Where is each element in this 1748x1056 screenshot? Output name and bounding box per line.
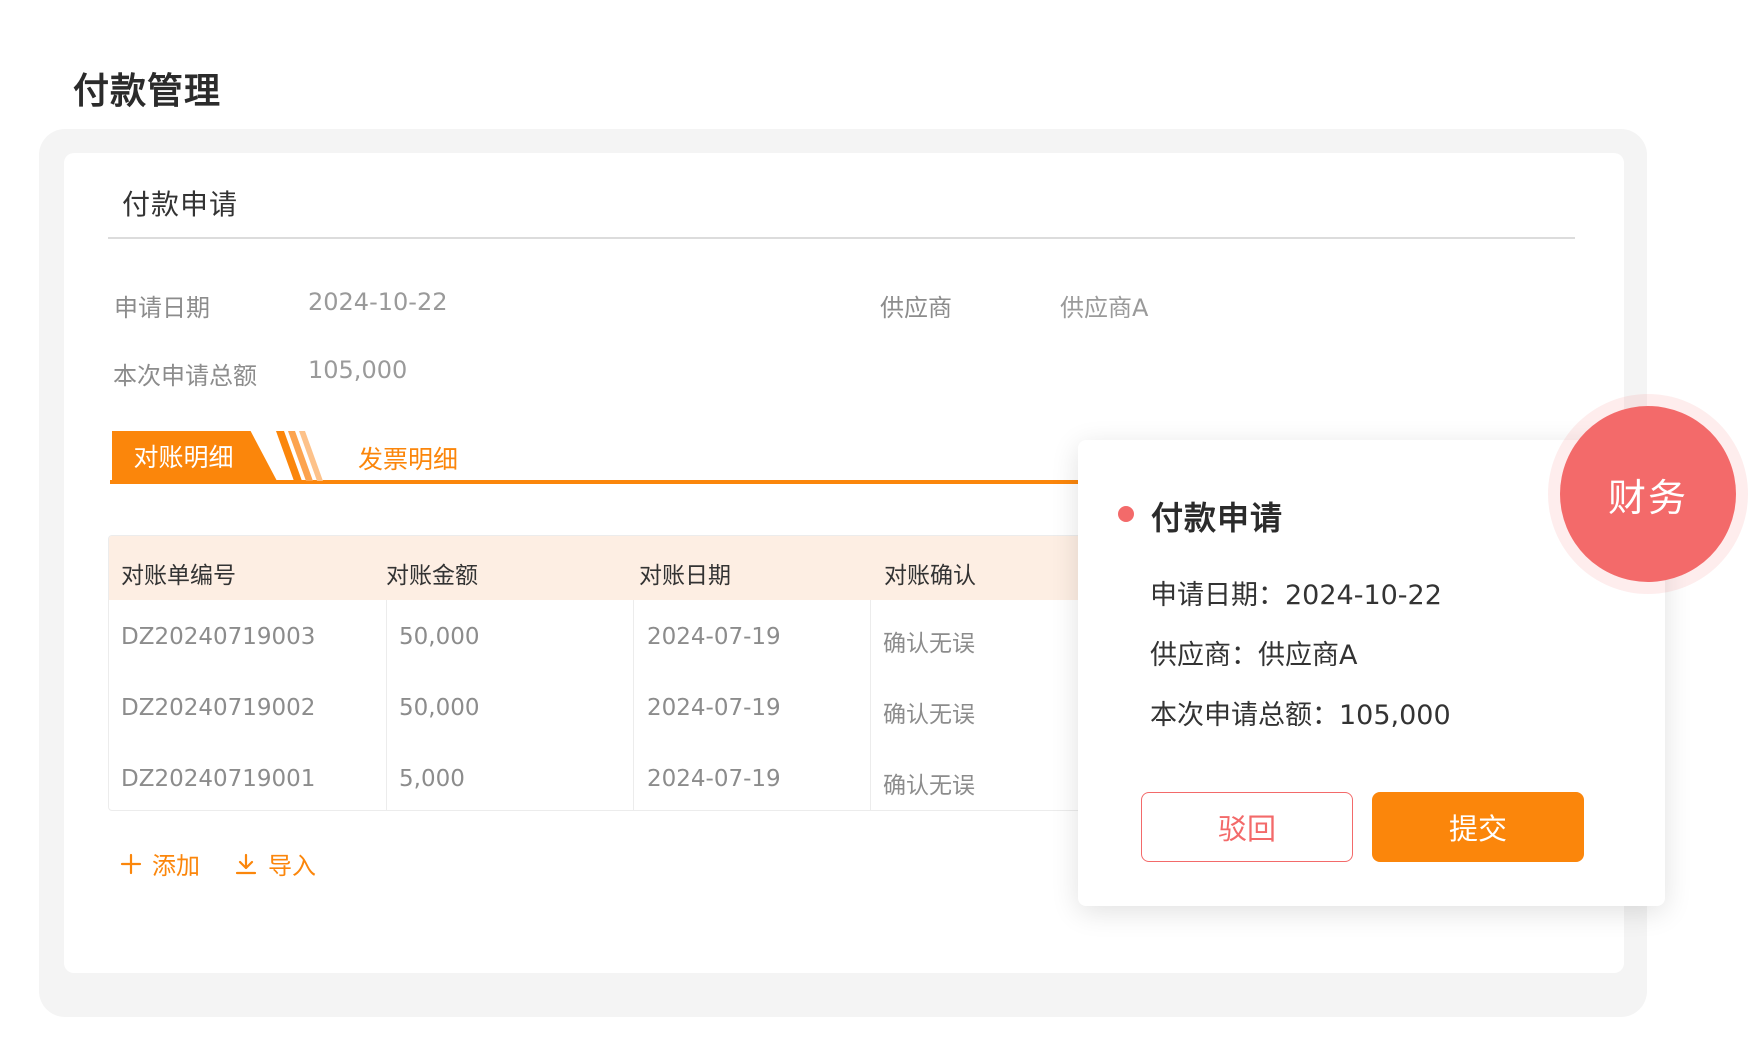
column-header: 对账确认 [884,563,976,589]
card-divider [108,237,1575,239]
reject-button[interactable]: 驳回 [1141,792,1353,862]
cell-amount: 5,000 [399,766,465,792]
status-dot [1118,506,1134,522]
cell-date: 2024-07-19 [647,766,781,792]
card-title: 付款申请 [122,188,239,221]
add-button[interactable]: 添加 [120,846,200,881]
column-divider [386,600,387,810]
supplier-label: 供应商 [880,294,952,322]
cell-amount: 50,000 [399,695,480,721]
cell-statement-no: DZ20240719001 [121,766,316,792]
cell-confirmation: 确认无误 [883,773,975,799]
popup-title: 付款申请 [1151,499,1284,537]
role-badge: 财务 [1560,406,1736,582]
apply-date-label: 申请日期 [114,294,210,322]
popup-total-amount: 本次申请总额：105,000 [1150,700,1451,731]
cell-confirmation: 确认无误 [883,631,975,657]
column-header: 对账金额 [386,563,478,589]
apply-date-value: 2024-10-22 [308,288,448,316]
cell-date: 2024-07-19 [647,624,781,650]
cell-amount: 50,000 [399,624,480,650]
column-header: 对账单编号 [121,563,236,589]
cell-statement-no: DZ20240719003 [121,624,316,650]
tab-stripes-decoration [276,431,323,481]
cell-statement-no: DZ20240719002 [121,695,316,721]
reconciliation-table: 对账单编号 对账金额 对账日期 对账确认 DZ20240719003 50,00… [108,535,1113,811]
tab-invoice-details[interactable]: 发票明细 [358,440,458,476]
tab-reconciliation-details[interactable]: 对账明细 [112,431,277,481]
add-label: 添加 [152,852,200,880]
popup-apply-date: 申请日期：2024-10-22 [1150,580,1442,611]
cell-date: 2024-07-19 [647,695,781,721]
popup-supplier: 供应商：供应商A [1150,640,1358,671]
page-title: 付款管理 [73,71,222,112]
app-root: 付款管理 付款申请 申请日期 2024-10-22 供应商 供应商A 本次申请总… [0,0,1748,1056]
supplier-value: 供应商A [1060,294,1149,322]
column-header: 对账日期 [639,563,731,589]
submit-button[interactable]: 提交 [1372,792,1584,862]
download-icon [235,853,257,874]
import-label: 导入 [268,852,316,880]
cell-confirmation: 确认无误 [883,702,975,728]
column-divider [870,600,871,810]
plus-icon [120,853,142,874]
column-divider [633,600,634,810]
total-amount-label: 本次申请总额 [113,362,257,390]
total-amount-value: 105,000 [308,356,408,384]
import-button[interactable]: 导入 [234,846,316,881]
